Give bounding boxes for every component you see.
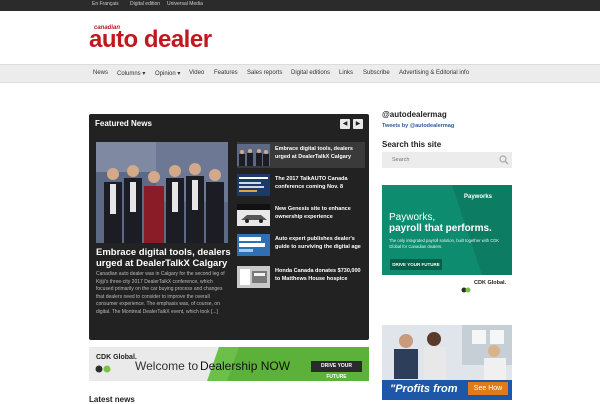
featured-thumb bbox=[237, 174, 270, 196]
nav-item-sales-reports[interactable]: Sales reports bbox=[247, 70, 282, 76]
main-nav: News Columns ▾ Opinion ▾ Video Features … bbox=[0, 64, 600, 83]
chevron-down-icon: ▾ bbox=[142, 71, 146, 77]
featured-list-item[interactable]: The 2017 TalkAUTO Canada conference comi… bbox=[237, 172, 365, 198]
featured-item-label: Auto expert publishes dealer's guide to … bbox=[275, 236, 361, 250]
nav-item-opinion-label: Opinion bbox=[155, 71, 176, 77]
featured-item-label: New Genesis site to enhance ownership ex… bbox=[275, 206, 351, 220]
payworks-brand: Payworks bbox=[464, 194, 493, 200]
featured-thumb bbox=[237, 144, 270, 166]
nav-item-news[interactable]: News bbox=[93, 70, 108, 76]
nav-item-advertising[interactable]: Advertising & Editorial info bbox=[399, 70, 469, 76]
featured-item-label: Embrace digital tools, dealers urged at … bbox=[275, 146, 353, 160]
top-bar: En Français Digital edition Universal Me… bbox=[0, 0, 600, 11]
search-icon[interactable] bbox=[499, 155, 509, 165]
payworks-subtext: The only integrated payroll solution, bu… bbox=[389, 238, 500, 249]
logo-big-text: auto dealer bbox=[89, 26, 212, 53]
payworks-headline-1: Payworks, bbox=[389, 212, 436, 223]
payworks-headline-2: payroll that performs. bbox=[389, 223, 492, 234]
featured-list-item[interactable]: Embrace digital tools, dealers urged at … bbox=[237, 142, 365, 168]
nav-item-digital-editions[interactable]: Digital editions bbox=[291, 70, 330, 76]
see-how-button[interactable]: See How bbox=[468, 382, 508, 395]
site-logo[interactable]: canadian auto dealer bbox=[89, 25, 219, 55]
featured-thumb bbox=[237, 266, 270, 288]
nav-item-opinion[interactable]: Opinion ▾ bbox=[155, 70, 180, 77]
featured-list-item[interactable]: New Genesis site to enhance ownership ex… bbox=[237, 202, 365, 228]
nav-item-links[interactable]: Links bbox=[339, 70, 353, 76]
cdk-logo-icon bbox=[461, 280, 471, 293]
nav-item-columns-label: Columns bbox=[117, 71, 141, 77]
payworks-cta-button[interactable]: DRIVE YOUR FUTURE bbox=[390, 259, 442, 270]
featured-list-item[interactable]: Honda Canada donates $730,000 to Matthew… bbox=[237, 264, 365, 290]
nav-item-features[interactable]: Features bbox=[214, 70, 238, 76]
payworks-partner: CDK Global. bbox=[474, 280, 507, 286]
hero-image[interactable] bbox=[96, 142, 228, 243]
banner-brand: CDK Global. bbox=[96, 354, 137, 361]
search-title: Search this site bbox=[382, 140, 442, 149]
featured-thumb bbox=[237, 204, 270, 226]
payworks-ad[interactable]: Payworks Payworks, payroll that performs… bbox=[382, 185, 512, 293]
topbar-link-digital-edition[interactable]: Digital edition bbox=[130, 1, 160, 7]
tweets-link[interactable]: Tweets by @autodealermag bbox=[382, 123, 454, 129]
cdk-banner-ad[interactable]: CDK Global. Welcome to Dealership NOW DR… bbox=[89, 347, 369, 381]
chevron-down-icon: ▾ bbox=[177, 71, 181, 77]
prev-arrow-icon[interactable]: ◀ bbox=[340, 119, 350, 129]
nav-item-subscribe[interactable]: Subscribe bbox=[363, 70, 390, 76]
nav-item-video[interactable]: Video bbox=[189, 70, 204, 76]
banner-cta-button[interactable]: DRIVE YOUR FUTURE bbox=[311, 361, 362, 380]
profits-headline: "Profits from bbox=[390, 383, 458, 395]
featured-news-panel: Featured News ◀ ▶ Embrace digital tools,… bbox=[89, 114, 369, 340]
featured-item-label: Honda Canada donates $730,000 to Matthew… bbox=[275, 268, 361, 282]
nav-item-columns[interactable]: Columns ▾ bbox=[117, 70, 145, 77]
topbar-link-universal-media[interactable]: Universal Media bbox=[167, 1, 203, 7]
banner-dealership-now: Dealership NOW bbox=[200, 359, 291, 373]
twitter-handle: @autodealermag bbox=[382, 110, 447, 119]
hero-excerpt: Canadian auto dealer was in Calgary for … bbox=[96, 271, 225, 315]
featured-news-title: Featured News bbox=[95, 119, 152, 128]
topbar-link-french[interactable]: En Français bbox=[92, 1, 119, 7]
profits-ad[interactable]: "Profits from See How bbox=[382, 325, 512, 400]
hero-headline[interactable]: Embrace digital tools, dealers urged at … bbox=[96, 247, 231, 269]
featured-thumb bbox=[237, 234, 270, 256]
featured-item-label: The 2017 TalkAUTO Canada conference comi… bbox=[275, 176, 348, 190]
next-arrow-icon[interactable]: ▶ bbox=[353, 119, 363, 129]
search-input[interactable] bbox=[382, 152, 512, 168]
featured-list-item[interactable]: Auto expert publishes dealer's guide to … bbox=[237, 232, 365, 258]
banner-welcome: Welcome to bbox=[135, 359, 199, 373]
